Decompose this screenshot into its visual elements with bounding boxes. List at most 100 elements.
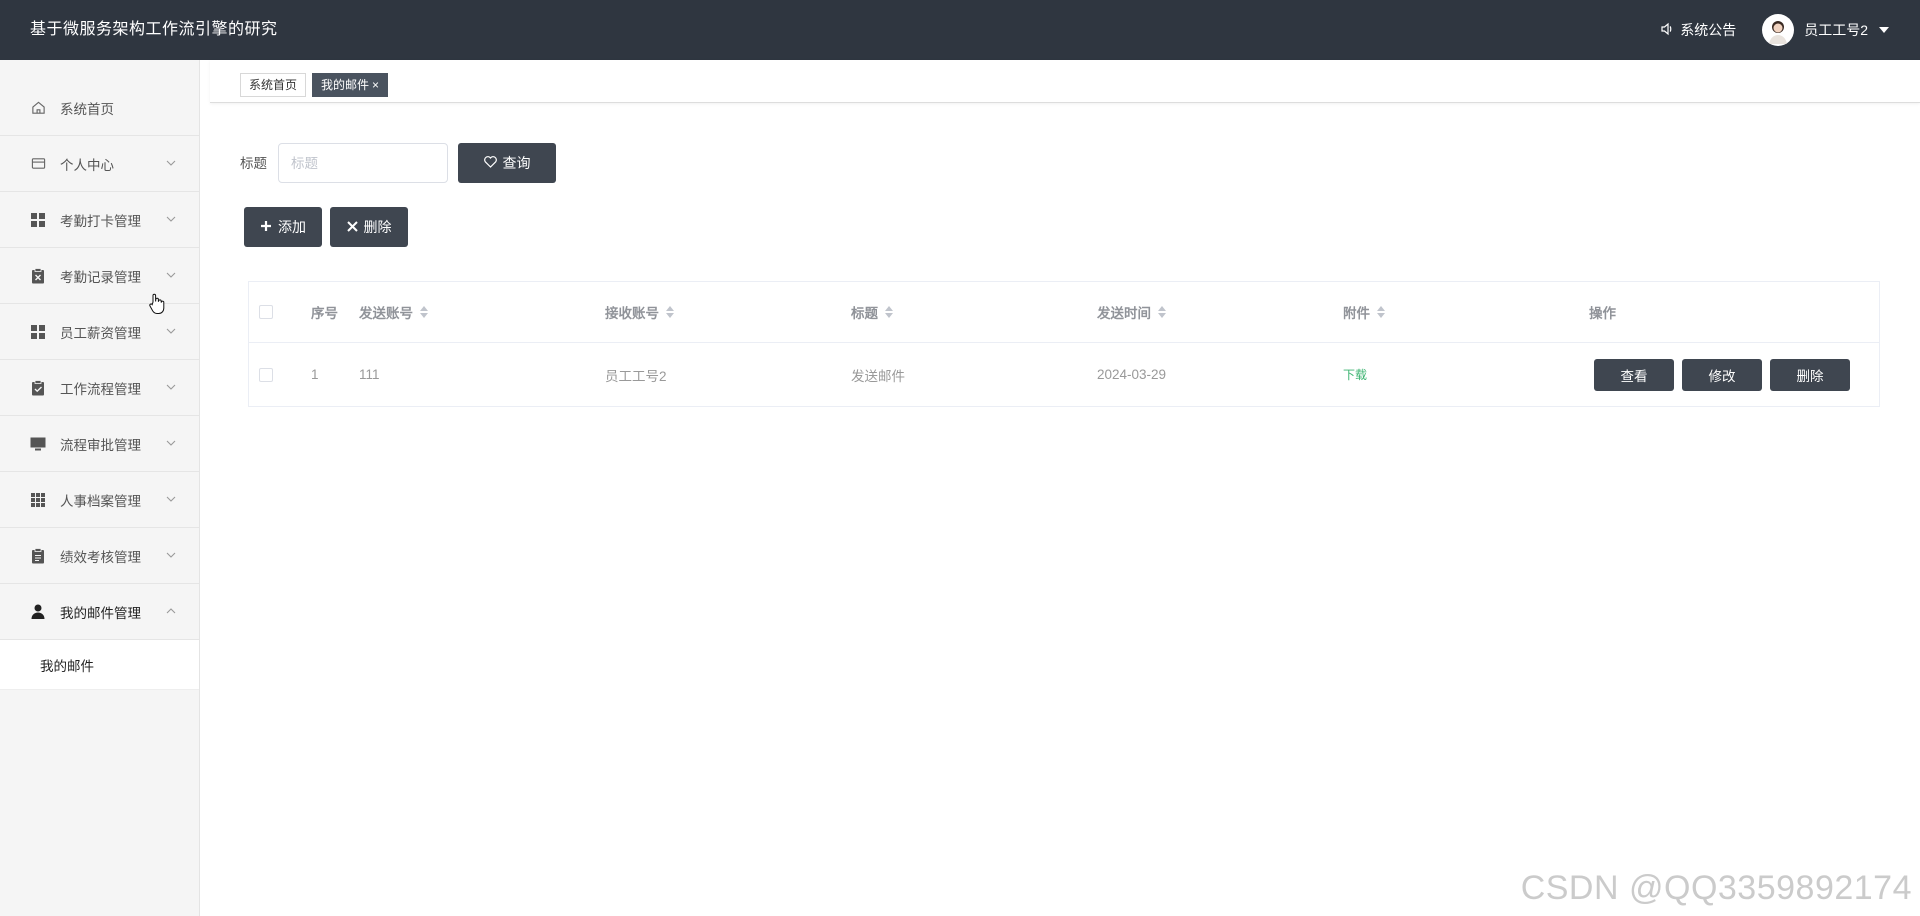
sidebar-item-label: 考勤打卡管理 bbox=[60, 213, 141, 229]
chevron-down-icon bbox=[165, 325, 177, 337]
hand-cursor-icon bbox=[148, 293, 166, 320]
watermark: CSDN @QQ3359892174 bbox=[1520, 869, 1912, 907]
clipboard-x-icon bbox=[30, 267, 46, 284]
mail-table: 序号 发送账号 接收账号 标题 发送时间 附件 操作 1 111 员工工号2 发… bbox=[248, 281, 1880, 407]
delete-button[interactable]: 删除 bbox=[330, 207, 408, 247]
chevron-down-icon bbox=[165, 269, 177, 281]
chevron-down-icon bbox=[165, 549, 177, 561]
column-header-send-time[interactable]: 发送时间 bbox=[1097, 282, 1166, 342]
sidebar-item-salary[interactable]: 员工薪资管理 bbox=[0, 304, 199, 360]
cell-sender: 111 bbox=[359, 367, 380, 382]
sidebar-item-performance[interactable]: 绩效考核管理 bbox=[0, 528, 199, 584]
cell-index: 1 bbox=[311, 367, 319, 382]
download-link[interactable]: 下载 bbox=[1343, 366, 1367, 383]
header-actions: 系统公告 员工工号2 bbox=[1660, 0, 1890, 60]
search-title-input[interactable] bbox=[278, 143, 448, 183]
sidebar-item-personal-center[interactable]: 个人中心 bbox=[0, 136, 199, 192]
query-button[interactable]: 查询 bbox=[458, 143, 556, 183]
table-header: 序号 发送账号 接收账号 标题 发送时间 附件 操作 bbox=[249, 282, 1879, 343]
close-icon bbox=[346, 219, 358, 235]
tab-label: 系统首页 bbox=[249, 78, 298, 92]
speaker-icon bbox=[1660, 22, 1674, 39]
chevron-up-icon bbox=[165, 605, 177, 617]
chevron-down-icon bbox=[165, 213, 177, 225]
clipboard-icon bbox=[30, 547, 46, 564]
app-title: 基于微服务架构工作流引擎的研究 bbox=[30, 21, 278, 38]
apps-icon bbox=[30, 492, 46, 508]
table-row: 1 111 员工工号2 发送邮件 2024-03-29 下载 查看 修改 删除 bbox=[249, 343, 1879, 407]
add-button[interactable]: 添加 bbox=[244, 207, 322, 247]
grid-icon bbox=[30, 324, 46, 340]
sidebar-item-my-mail[interactable]: 我的邮件管理 bbox=[0, 584, 199, 640]
tab-my-mail[interactable]: 我的邮件 × bbox=[312, 73, 389, 97]
sort-icon[interactable] bbox=[666, 306, 674, 318]
search-title-label: 标题 bbox=[240, 156, 267, 171]
grid-icon bbox=[30, 212, 46, 228]
edit-button[interactable]: 修改 bbox=[1682, 358, 1762, 391]
select-all-checkbox[interactable] bbox=[259, 305, 273, 319]
column-header-sender[interactable]: 发送账号 bbox=[359, 282, 428, 342]
sidebar-item-label: 流程审批管理 bbox=[60, 437, 141, 453]
cell-actions: 查看 修改 删除 bbox=[1594, 343, 1858, 406]
row-select-cell bbox=[259, 343, 273, 406]
top-header: 基于微服务架构工作流引擎的研究 系统公告 员工工号2 bbox=[0, 0, 1920, 60]
plus-icon bbox=[260, 219, 272, 235]
clipboard-check-icon bbox=[30, 379, 46, 396]
row-checkbox[interactable] bbox=[259, 367, 273, 382]
row-delete-button[interactable]: 删除 bbox=[1770, 358, 1850, 391]
sidebar-item-home[interactable]: 系统首页 bbox=[0, 80, 199, 136]
column-header-attachment[interactable]: 附件 bbox=[1343, 282, 1385, 342]
select-all-cell bbox=[259, 282, 273, 342]
chevron-down-icon bbox=[165, 381, 177, 393]
tab-label: 我的邮件 bbox=[321, 78, 370, 92]
user-name: 员工工号2 bbox=[1804, 22, 1868, 38]
sidebar-item-workflow[interactable]: 工作流程管理 bbox=[0, 360, 199, 416]
notice-label: 系统公告 bbox=[1680, 22, 1737, 38]
sort-icon[interactable] bbox=[1158, 306, 1166, 318]
sidebar-item-label: 个人中心 bbox=[60, 157, 114, 173]
sidebar-item-label: 人事档案管理 bbox=[60, 493, 141, 509]
sidebar: 系统首页 个人中心 考勤打卡管理 考勤记录管理 员工薪资管理 工作流程管理 流程… bbox=[0, 60, 200, 916]
cell-receiver: 员工工号2 bbox=[605, 368, 667, 384]
sidebar-item-label: 系统首页 bbox=[60, 101, 114, 117]
home-icon bbox=[30, 100, 46, 116]
sidebar-item-attendance-checkin[interactable]: 考勤打卡管理 bbox=[0, 192, 199, 248]
sidebar-item-attendance-records[interactable]: 考勤记录管理 bbox=[0, 248, 199, 304]
close-icon[interactable]: × bbox=[372, 78, 379, 92]
cell-send-time: 2024-03-29 bbox=[1097, 367, 1167, 382]
sidebar-item-approval[interactable]: 流程审批管理 bbox=[0, 416, 199, 472]
sort-icon[interactable] bbox=[885, 306, 893, 318]
column-header-receiver[interactable]: 接收账号 bbox=[605, 282, 674, 342]
user-menu[interactable]: 员工工号2 bbox=[1762, 14, 1890, 46]
cell-title: 发送邮件 bbox=[851, 368, 905, 384]
heart-icon bbox=[483, 155, 497, 171]
sort-icon[interactable] bbox=[420, 306, 428, 318]
monitor-icon bbox=[30, 436, 46, 452]
column-header-index: 序号 bbox=[311, 306, 338, 321]
sidebar-item-label: 我的邮件管理 bbox=[60, 605, 141, 621]
query-label: 查询 bbox=[502, 155, 531, 171]
tab-home[interactable]: 系统首页 bbox=[240, 73, 307, 97]
sort-icon[interactable] bbox=[1377, 306, 1385, 318]
user-icon bbox=[30, 604, 46, 620]
chevron-down-icon bbox=[165, 493, 177, 505]
avatar bbox=[1762, 14, 1795, 46]
chevron-down-icon bbox=[165, 157, 177, 169]
card-icon bbox=[30, 156, 46, 172]
sidebar-item-label: 考勤记录管理 bbox=[60, 269, 141, 285]
delete-label: 删除 bbox=[363, 219, 392, 235]
chevron-down-icon bbox=[165, 437, 177, 449]
sidebar-item-hr-archive[interactable]: 人事档案管理 bbox=[0, 472, 199, 528]
add-label: 添加 bbox=[278, 219, 306, 235]
system-notice-button[interactable]: 系统公告 bbox=[1660, 20, 1736, 40]
sidebar-item-label: 工作流程管理 bbox=[60, 381, 141, 397]
column-header-title[interactable]: 标题 bbox=[851, 282, 893, 342]
sidebar-subitem-my-mail[interactable]: 我的邮件 bbox=[0, 640, 199, 690]
column-header-actions: 操作 bbox=[1589, 306, 1616, 321]
view-button[interactable]: 查看 bbox=[1594, 358, 1674, 391]
sidebar-item-label: 绩效考核管理 bbox=[60, 549, 141, 565]
cell-attachment: 下载 bbox=[1343, 343, 1367, 406]
sidebar-item-label: 员工薪资管理 bbox=[60, 325, 141, 341]
caret-down-icon bbox=[1878, 22, 1890, 38]
tab-bar: 系统首页 我的邮件 × bbox=[210, 60, 1920, 103]
